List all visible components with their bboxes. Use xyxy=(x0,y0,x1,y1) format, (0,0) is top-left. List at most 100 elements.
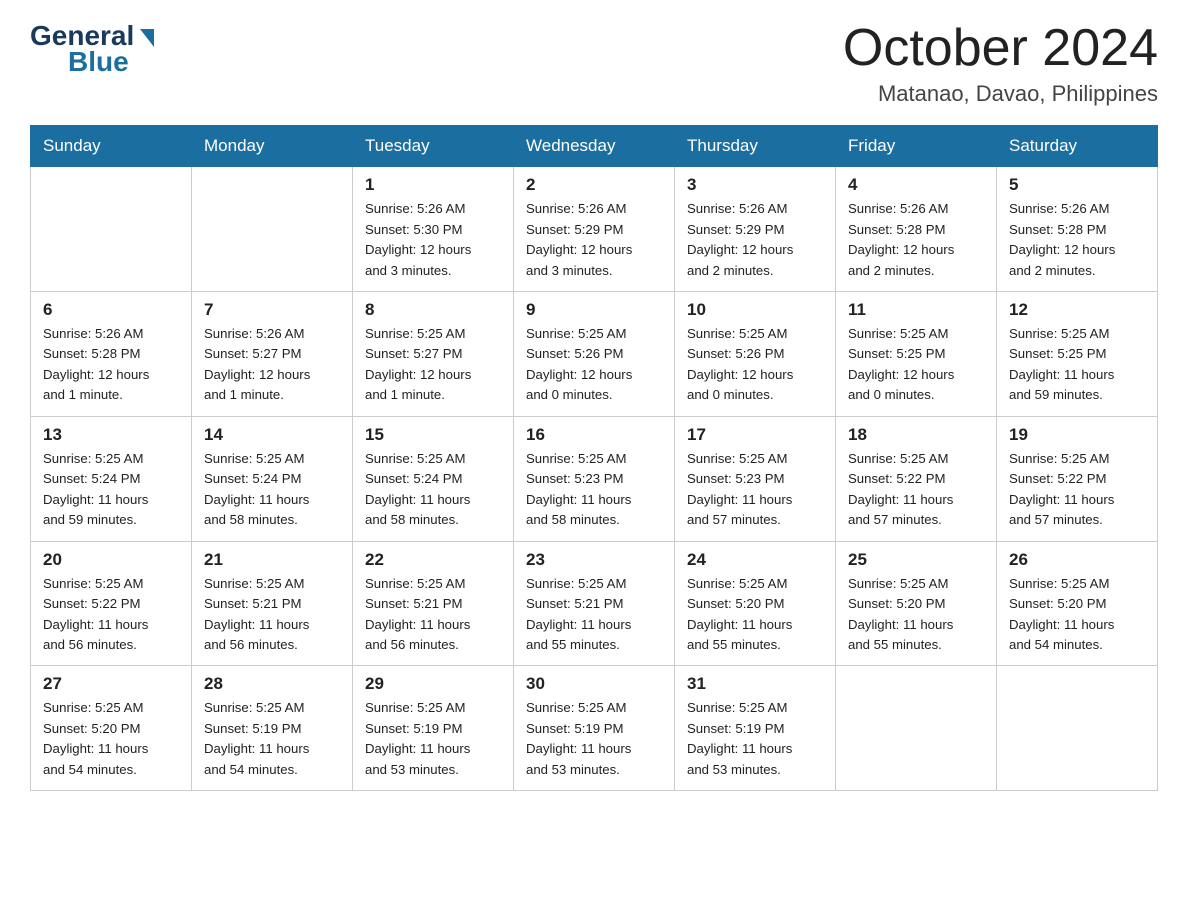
day-number: 26 xyxy=(1009,550,1147,570)
calendar-cell xyxy=(836,666,997,791)
location-title: Matanao, Davao, Philippines xyxy=(843,81,1158,107)
day-number: 4 xyxy=(848,175,986,195)
calendar-cell: 19Sunrise: 5:25 AM Sunset: 5:22 PM Dayli… xyxy=(997,416,1158,541)
calendar-cell: 11 Sunrise: 5:25 AM Sunset: 5:25 PM Dayli… xyxy=(836,292,997,417)
weekday-header-sunday: Sunday xyxy=(31,126,192,167)
calendar-cell: 18 Sunrise: 5:25 AM Sunset: 5:22 PM Dayli… xyxy=(836,416,997,541)
calendar-cell: 26 Sunrise: 5:25 AM Sunset: 5:20 PM Dayli… xyxy=(997,541,1158,666)
calendar-week-row-1: 1Sunrise: 5:26 AM Sunset: 5:30 PM Daylig… xyxy=(31,167,1158,292)
day-number: 2 xyxy=(526,175,664,195)
calendar-cell: 7 Sunrise: 5:26 AM Sunset: 5:27 PM Daylig… xyxy=(192,292,353,417)
calendar-table: SundayMondayTuesdayWednesdayThursdayFrid… xyxy=(30,125,1158,791)
day-info: Sunrise: 5:25 AM Sunset: 5:21 PM Dayligh… xyxy=(365,574,503,656)
day-info: Sunrise: 5:25 AM Sunset: 5:21 PM Dayligh… xyxy=(526,574,664,656)
calendar-cell: 3 Sunrise: 5:26 AM Sunset: 5:29 PM Daylig… xyxy=(675,167,836,292)
day-number: 5 xyxy=(1009,175,1147,195)
weekday-header-wednesday: Wednesday xyxy=(514,126,675,167)
page-header: General Blue October 2024 Matanao, Davao… xyxy=(30,20,1158,107)
weekday-header-friday: Friday xyxy=(836,126,997,167)
day-number: 17 xyxy=(687,425,825,445)
logo-blue-text: Blue xyxy=(68,46,129,78)
calendar-cell: 25 Sunrise: 5:25 AM Sunset: 5:20 PM Dayli… xyxy=(836,541,997,666)
day-info: Sunrise: 5:26 AM Sunset: 5:28 PM Dayligh… xyxy=(43,324,181,406)
weekday-header-saturday: Saturday xyxy=(997,126,1158,167)
day-info: Sunrise: 5:25 AM Sunset: 5:19 PM Dayligh… xyxy=(365,698,503,780)
day-info: Sunrise: 5:25 AM Sunset: 5:20 PM Dayligh… xyxy=(43,698,181,780)
calendar-cell: 8Sunrise: 5:25 AM Sunset: 5:27 PM Daylig… xyxy=(353,292,514,417)
day-number: 24 xyxy=(687,550,825,570)
day-info: Sunrise: 5:25 AM Sunset: 5:20 PM Dayligh… xyxy=(848,574,986,656)
weekday-header-tuesday: Tuesday xyxy=(353,126,514,167)
calendar-cell: 16 Sunrise: 5:25 AM Sunset: 5:23 PM Dayli… xyxy=(514,416,675,541)
day-info: Sunrise: 5:25 AM Sunset: 5:19 PM Dayligh… xyxy=(687,698,825,780)
day-info: Sunrise: 5:25 AM Sunset: 5:22 PM Dayligh… xyxy=(43,574,181,656)
calendar-week-row-4: 20 Sunrise: 5:25 AM Sunset: 5:22 PM Dayli… xyxy=(31,541,1158,666)
day-info: Sunrise: 5:26 AM Sunset: 5:28 PM Dayligh… xyxy=(1009,199,1147,281)
day-number: 3 xyxy=(687,175,825,195)
calendar-cell: 27 Sunrise: 5:25 AM Sunset: 5:20 PM Dayli… xyxy=(31,666,192,791)
calendar-week-row-2: 6 Sunrise: 5:26 AM Sunset: 5:28 PM Daylig… xyxy=(31,292,1158,417)
day-number: 28 xyxy=(204,674,342,694)
calendar-cell: 23Sunrise: 5:25 AM Sunset: 5:21 PM Dayli… xyxy=(514,541,675,666)
day-info: Sunrise: 5:25 AM Sunset: 5:26 PM Dayligh… xyxy=(687,324,825,406)
calendar-cell: 13 Sunrise: 5:25 AM Sunset: 5:24 PM Dayli… xyxy=(31,416,192,541)
day-number: 7 xyxy=(204,300,342,320)
day-number: 31 xyxy=(687,674,825,694)
day-info: Sunrise: 5:25 AM Sunset: 5:22 PM Dayligh… xyxy=(1009,449,1147,531)
calendar-cell xyxy=(997,666,1158,791)
weekday-header-row: SundayMondayTuesdayWednesdayThursdayFrid… xyxy=(31,126,1158,167)
calendar-cell: 20 Sunrise: 5:25 AM Sunset: 5:22 PM Dayli… xyxy=(31,541,192,666)
day-info: Sunrise: 5:25 AM Sunset: 5:23 PM Dayligh… xyxy=(687,449,825,531)
day-number: 16 xyxy=(526,425,664,445)
calendar-cell: 31 Sunrise: 5:25 AM Sunset: 5:19 PM Dayli… xyxy=(675,666,836,791)
calendar-cell: 24 Sunrise: 5:25 AM Sunset: 5:20 PM Dayli… xyxy=(675,541,836,666)
day-number: 11 xyxy=(848,300,986,320)
calendar-cell: 22 Sunrise: 5:25 AM Sunset: 5:21 PM Dayli… xyxy=(353,541,514,666)
day-info: Sunrise: 5:25 AM Sunset: 5:20 PM Dayligh… xyxy=(1009,574,1147,656)
day-info: Sunrise: 5:25 AM Sunset: 5:25 PM Dayligh… xyxy=(848,324,986,406)
day-number: 27 xyxy=(43,674,181,694)
day-number: 13 xyxy=(43,425,181,445)
day-number: 29 xyxy=(365,674,503,694)
day-number: 10 xyxy=(687,300,825,320)
day-info: Sunrise: 5:25 AM Sunset: 5:19 PM Dayligh… xyxy=(526,698,664,780)
calendar-cell: 12Sunrise: 5:25 AM Sunset: 5:25 PM Dayli… xyxy=(997,292,1158,417)
day-number: 14 xyxy=(204,425,342,445)
calendar-cell: 10 Sunrise: 5:25 AM Sunset: 5:26 PM Dayli… xyxy=(675,292,836,417)
day-number: 18 xyxy=(848,425,986,445)
day-info: Sunrise: 5:25 AM Sunset: 5:27 PM Dayligh… xyxy=(365,324,503,406)
weekday-header-monday: Monday xyxy=(192,126,353,167)
calendar-cell: 5 Sunrise: 5:26 AM Sunset: 5:28 PM Daylig… xyxy=(997,167,1158,292)
calendar-cell: 28 Sunrise: 5:25 AM Sunset: 5:19 PM Dayli… xyxy=(192,666,353,791)
day-info: Sunrise: 5:25 AM Sunset: 5:21 PM Dayligh… xyxy=(204,574,342,656)
day-info: Sunrise: 5:26 AM Sunset: 5:29 PM Dayligh… xyxy=(687,199,825,281)
day-info: Sunrise: 5:25 AM Sunset: 5:20 PM Dayligh… xyxy=(687,574,825,656)
day-number: 25 xyxy=(848,550,986,570)
calendar-cell: 14 Sunrise: 5:25 AM Sunset: 5:24 PM Dayli… xyxy=(192,416,353,541)
day-info: Sunrise: 5:25 AM Sunset: 5:22 PM Dayligh… xyxy=(848,449,986,531)
day-info: Sunrise: 5:25 AM Sunset: 5:19 PM Dayligh… xyxy=(204,698,342,780)
day-info: Sunrise: 5:26 AM Sunset: 5:28 PM Dayligh… xyxy=(848,199,986,281)
weekday-header-thursday: Thursday xyxy=(675,126,836,167)
day-info: Sunrise: 5:25 AM Sunset: 5:24 PM Dayligh… xyxy=(43,449,181,531)
calendar-cell: 6 Sunrise: 5:26 AM Sunset: 5:28 PM Daylig… xyxy=(31,292,192,417)
calendar-cell: 17 Sunrise: 5:25 AM Sunset: 5:23 PM Dayli… xyxy=(675,416,836,541)
day-info: Sunrise: 5:25 AM Sunset: 5:26 PM Dayligh… xyxy=(526,324,664,406)
day-info: Sunrise: 5:25 AM Sunset: 5:24 PM Dayligh… xyxy=(204,449,342,531)
calendar-cell: 4 Sunrise: 5:26 AM Sunset: 5:28 PM Daylig… xyxy=(836,167,997,292)
calendar-cell: 9Sunrise: 5:25 AM Sunset: 5:26 PM Daylig… xyxy=(514,292,675,417)
day-info: Sunrise: 5:25 AM Sunset: 5:23 PM Dayligh… xyxy=(526,449,664,531)
day-number: 15 xyxy=(365,425,503,445)
calendar-week-row-3: 13 Sunrise: 5:25 AM Sunset: 5:24 PM Dayli… xyxy=(31,416,1158,541)
calendar-week-row-5: 27 Sunrise: 5:25 AM Sunset: 5:20 PM Dayli… xyxy=(31,666,1158,791)
title-area: October 2024 Matanao, Davao, Philippines xyxy=(843,20,1158,107)
logo-arrow-icon xyxy=(140,29,154,47)
day-info: Sunrise: 5:26 AM Sunset: 5:27 PM Dayligh… xyxy=(204,324,342,406)
day-number: 20 xyxy=(43,550,181,570)
calendar-cell: 2 Sunrise: 5:26 AM Sunset: 5:29 PM Daylig… xyxy=(514,167,675,292)
day-info: Sunrise: 5:26 AM Sunset: 5:29 PM Dayligh… xyxy=(526,199,664,281)
day-number: 22 xyxy=(365,550,503,570)
calendar-cell: 21Sunrise: 5:25 AM Sunset: 5:21 PM Dayli… xyxy=(192,541,353,666)
logo-area: General Blue xyxy=(30,20,154,78)
day-number: 6 xyxy=(43,300,181,320)
